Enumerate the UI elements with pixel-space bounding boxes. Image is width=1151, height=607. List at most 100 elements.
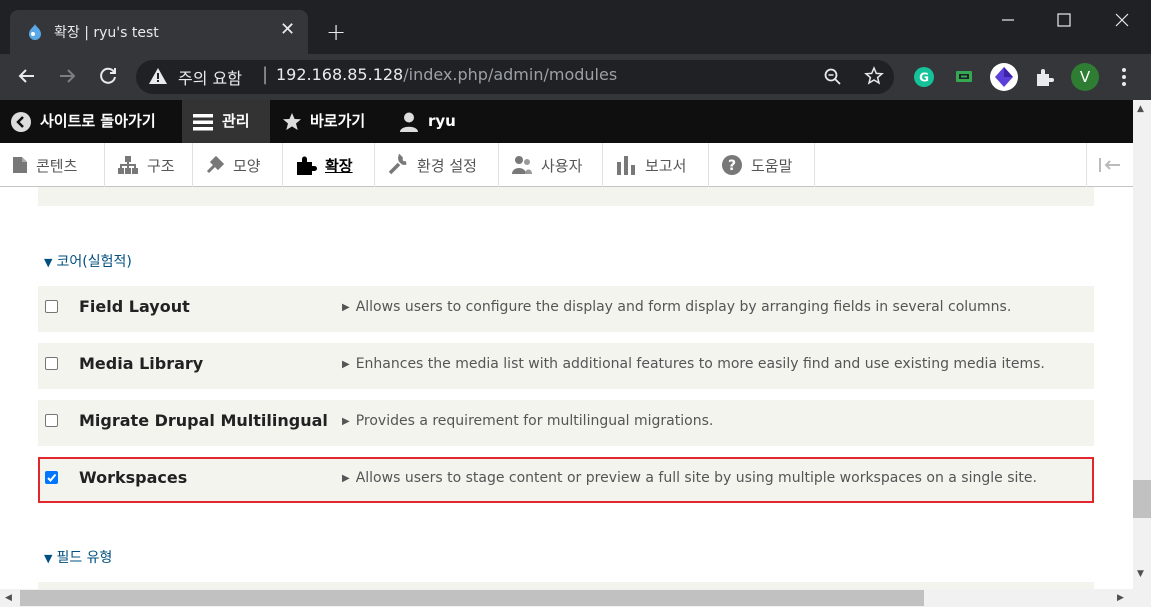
tray-item-configuration[interactable]: 환경 설정 <box>375 143 499 187</box>
module-description: Allows users to stage content or preview… <box>355 470 1037 486</box>
module-row-migrate-drupal-multilingual: Migrate Drupal Multilingual ▶ Provides a … <box>38 400 1094 446</box>
tray-label-appearance: 모양 <box>233 156 261 175</box>
user-icon <box>400 112 418 132</box>
warning-icon[interactable] <box>148 66 168 86</box>
admin-shortcuts-tab[interactable]: 바로가기 <box>282 100 365 143</box>
forward-button[interactable] <box>54 63 80 89</box>
tray-item-reports[interactable]: 보고서 <box>603 143 709 187</box>
back-to-site-label: 사이트로 돌아가기 <box>40 112 156 130</box>
reload-button[interactable] <box>95 63 121 89</box>
module-description-toggle[interactable]: ▶ Allows users to configure the display a… <box>342 299 1011 315</box>
section-toggle-core-experimental[interactable]: ▼ 코어(실험적) <box>44 251 132 271</box>
module-checkbox-checked[interactable] <box>45 471 58 484</box>
tray-label-configuration: 환경 설정 <box>417 156 477 175</box>
tray-item-help[interactable]: ? 도움말 <box>709 143 815 187</box>
structure-icon <box>118 156 138 174</box>
module-description-toggle[interactable]: ▶ Provides a requirement for multilingual… <box>342 413 713 429</box>
module-name: Migrate Drupal Multilingual <box>79 411 328 430</box>
module-checkbox[interactable] <box>45 357 58 370</box>
close-window-button[interactable] <box>1094 6 1150 34</box>
module-description: Enhances the media list with additional … <box>355 356 1045 372</box>
puzzle-icon <box>297 156 317 175</box>
module-description-toggle[interactable]: ▶ Enhances the media list with additional… <box>342 356 1045 372</box>
arrow-right-icon <box>60 69 76 83</box>
menu-kebab-icon[interactable] <box>1116 66 1132 88</box>
manage-label: 관리 <box>222 112 250 130</box>
tray-orientation-toggle[interactable] <box>1086 143 1133 187</box>
back-button[interactable] <box>14 63 40 89</box>
svg-text:?: ? <box>728 158 736 174</box>
diamond-extension-icon[interactable] <box>989 62 1019 92</box>
new-tab-button[interactable]: + <box>326 18 346 46</box>
svg-text:G: G <box>919 71 929 85</box>
tray-label-reports: 보고서 <box>645 156 687 175</box>
minimize-icon <box>1002 19 1014 21</box>
browser-tab[interactable]: 확장 | ryu's test ✕ <box>10 10 308 54</box>
module-name: Workspaces <box>79 468 188 487</box>
module-row-workspaces: Workspaces ▶ Allows users to stage conten… <box>38 457 1094 503</box>
horizontal-scroll-thumb[interactable] <box>20 590 924 606</box>
section-toggle-field-types[interactable]: ▼ 필드 유형 <box>44 547 112 567</box>
module-checkbox[interactable] <box>45 414 58 427</box>
tab-close-icon[interactable]: ✕ <box>280 20 295 40</box>
tray-item-extend[interactable]: 확장 <box>283 143 375 187</box>
module-row-partial <box>38 582 1094 589</box>
chevron-left-circle-icon <box>11 111 31 132</box>
module-checkbox[interactable] <box>45 300 58 313</box>
tray-label-help: 도움말 <box>751 156 793 175</box>
brush-icon <box>206 155 225 174</box>
close-icon <box>1115 13 1129 27</box>
module-name: Field Layout <box>79 297 190 316</box>
admin-toolbar <box>0 100 1133 143</box>
url-host: 192.168.85.128 <box>276 65 404 84</box>
screen-extension-icon[interactable] <box>953 66 975 88</box>
grammarly-extension-icon[interactable]: G <box>913 66 935 88</box>
scroll-down-icon[interactable]: ▼ <box>1137 569 1144 579</box>
file-icon <box>13 157 27 173</box>
tray-item-content[interactable]: 콘텐츠 <box>0 143 105 187</box>
vertical-scroll-thumb[interactable] <box>1133 480 1151 518</box>
hamburger-icon <box>193 113 213 130</box>
tray-item-people[interactable]: 사용자 <box>499 143 603 187</box>
module-description: Allows users to configure the display an… <box>355 299 1012 315</box>
module-row-field-layout: Field Layout ▶ Allows users to configure … <box>38 286 1094 332</box>
expand-triangle-icon: ▶ <box>342 302 350 313</box>
tray-item-structure[interactable]: 구조 <box>105 143 193 187</box>
tray-label-people: 사용자 <box>541 156 583 175</box>
scroll-right-icon[interactable]: ▶ <box>1117 593 1124 603</box>
module-name: Media Library <box>79 354 204 373</box>
admin-user-tab[interactable]: ryu <box>398 100 456 143</box>
url-path: /index.php/admin/modules <box>403 65 618 84</box>
expand-triangle-icon: ▶ <box>342 359 350 370</box>
shortcuts-label: 바로가기 <box>310 112 366 130</box>
scroll-up-icon[interactable]: ▲ <box>1137 104 1144 114</box>
module-row-media-library: Media Library ▶ Enhances the media list w… <box>38 343 1094 389</box>
tray-item-appearance[interactable]: 모양 <box>193 143 283 187</box>
tray-label-extend: 확장 <box>325 156 353 175</box>
tray-label-structure: 구조 <box>147 156 175 175</box>
section-title-core-experimental: 코어(실험적) <box>56 254 132 270</box>
module-description-toggle[interactable]: ▶ Allows users to stage content or previe… <box>342 470 1037 486</box>
back-to-site-link[interactable]: 사이트로 돌아가기 <box>10 100 156 143</box>
maximize-icon <box>1057 13 1071 27</box>
people-icon <box>512 156 532 174</box>
tray-label-content: 콘텐츠 <box>36 156 78 175</box>
wrench-icon <box>388 154 407 175</box>
minimize-button[interactable] <box>980 6 1036 34</box>
collapse-left-icon <box>1099 158 1120 172</box>
expand-triangle-icon: ▶ <box>342 473 350 484</box>
checkmark-icon <box>47 473 57 482</box>
module-row-partial <box>38 187 1094 206</box>
section-title-field-types: 필드 유형 <box>56 550 113 566</box>
maximize-button[interactable] <box>1036 6 1092 34</box>
profile-avatar[interactable]: V <box>1071 63 1099 91</box>
admin-manage-tab[interactable]: 관리 <box>182 100 270 143</box>
security-label[interactable]: 주의 요함 <box>178 65 242 89</box>
url-text[interactable]: 192.168.85.128/index.php/admin/modules <box>276 65 617 84</box>
scroll-left-icon[interactable]: ◀ <box>5 593 12 603</box>
bookmark-star-icon[interactable] <box>864 66 884 86</box>
zoom-icon[interactable] <box>823 67 843 87</box>
tab-title: 확장 | ryu's test <box>54 25 159 41</box>
reload-icon <box>100 67 116 84</box>
extensions-puzzle-icon[interactable] <box>1033 66 1055 88</box>
